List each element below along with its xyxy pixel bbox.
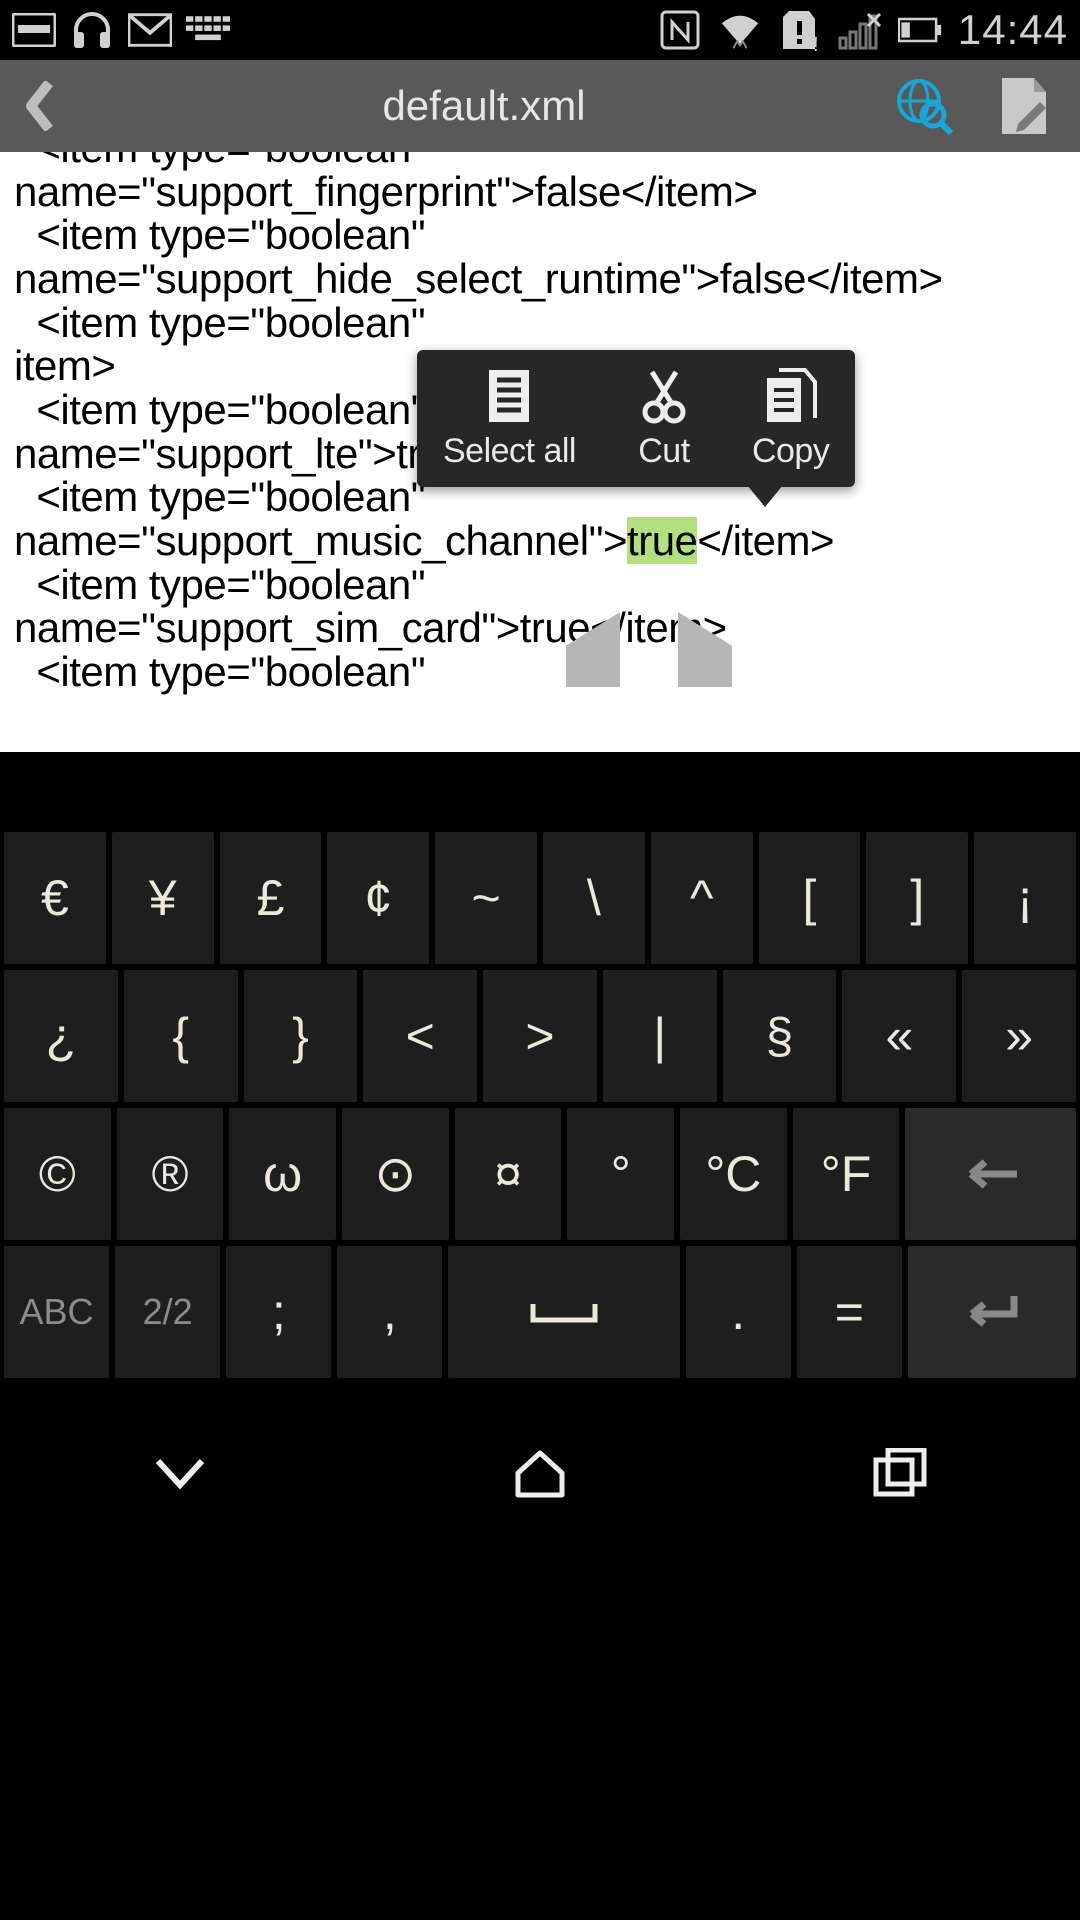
ctx-label: Cut <box>638 434 689 469</box>
key-;[interactable]: ; <box>226 1246 331 1378</box>
enter-key[interactable] <box>908 1246 1076 1378</box>
app-actions <box>888 70 1080 142</box>
key-~[interactable]: ~ <box>435 832 537 964</box>
nav-recent-button[interactable] <box>860 1443 940 1503</box>
key-¡[interactable]: ¡ <box>974 832 1076 964</box>
key-\[interactable]: \ <box>543 832 645 964</box>
status-right: ! 14:44 <box>658 6 1068 54</box>
key-<[interactable]: < <box>363 970 477 1102</box>
menu-pointer <box>747 485 783 507</box>
ctx-label: Copy <box>752 434 829 469</box>
nav-home-button[interactable] <box>500 1443 580 1503</box>
key-°C[interactable]: °C <box>680 1108 787 1240</box>
context-menu: Select all Cut Copy <box>417 350 855 487</box>
browser-search-button[interactable] <box>888 70 960 142</box>
key-°F[interactable]: °F <box>793 1108 900 1240</box>
app-bar: default.xml <box>0 60 1080 152</box>
key-ω[interactable]: ω <box>229 1108 336 1240</box>
code-line: name="support_fingerprint">false</item> <box>14 170 1066 214</box>
status-left <box>12 8 230 52</box>
key-¤[interactable]: ¤ <box>455 1108 562 1240</box>
screenshot-notif-icon <box>12 8 56 52</box>
key-][interactable]: ] <box>866 832 968 964</box>
key-®[interactable]: ® <box>117 1108 224 1240</box>
code-line: <item type="boolean" <box>14 650 1066 694</box>
key-=[interactable]: = <box>797 1246 902 1378</box>
battery-icon <box>898 8 942 52</box>
copy-button[interactable]: Copy <box>752 368 829 469</box>
soft-keyboard: €¥£¢~\^[]¡ ¿{}<>|§«» ©®ω⊙¤°°C°F ABC2/2;,… <box>0 752 1080 1378</box>
abc-mode-key[interactable]: ABC <box>4 1246 109 1378</box>
code-line: name="support_sim_card">true</item> <box>14 606 1066 650</box>
copy-icon <box>763 368 819 424</box>
edit-button[interactable] <box>990 70 1062 142</box>
key-¿[interactable]: ¿ <box>4 970 118 1102</box>
key-}[interactable]: } <box>244 970 358 1102</box>
key-»[interactable]: » <box>962 970 1076 1102</box>
headphones-icon <box>70 8 114 52</box>
key-€[interactable]: € <box>4 832 106 964</box>
key-¢[interactable]: ¢ <box>327 832 429 964</box>
code-line: <item type="boolean" <box>14 563 1066 607</box>
signal-none-icon <box>838 8 882 52</box>
key-°[interactable]: ° <box>567 1108 674 1240</box>
key-§[interactable]: § <box>723 970 837 1102</box>
key-[[interactable]: [ <box>759 832 861 964</box>
gmail-icon <box>128 8 172 52</box>
key-,[interactable]: , <box>337 1246 442 1378</box>
code-line: name="support_hide_select_runtime">false… <box>14 257 1066 301</box>
keyboard-notif-icon <box>186 8 230 52</box>
key-^[interactable]: ^ <box>651 832 753 964</box>
code-line: <item type="boolean" <box>14 301 1066 345</box>
ctx-label: Select all <box>443 434 576 469</box>
nfc-icon <box>658 8 702 52</box>
navigation-bar <box>0 1418 1080 1528</box>
clock-text: 14:44 <box>958 6 1068 54</box>
sdcard-alert-icon: ! <box>778 8 822 52</box>
nav-back-button[interactable] <box>140 1443 220 1503</box>
select-all-icon <box>481 368 537 424</box>
select-all-button[interactable]: Select all <box>443 368 576 469</box>
wifi-icon <box>718 8 762 52</box>
backspace-key[interactable] <box>905 1108 1076 1240</box>
selected-text[interactable]: true <box>627 517 697 564</box>
key-«[interactable]: « <box>842 970 956 1102</box>
back-button[interactable] <box>0 60 80 152</box>
key->[interactable]: > <box>483 970 597 1102</box>
key-£[interactable]: £ <box>220 832 322 964</box>
space-key[interactable] <box>448 1246 679 1378</box>
key-{[interactable]: { <box>124 970 238 1102</box>
key-©[interactable]: © <box>4 1108 111 1240</box>
key-.[interactable]: . <box>686 1246 791 1378</box>
key-|[interactable]: | <box>603 970 717 1102</box>
app-title: default.xml <box>80 82 888 130</box>
scissors-icon <box>636 368 692 424</box>
status-bar: ! 14:44 <box>0 0 1080 60</box>
key-⊙[interactable]: ⊙ <box>342 1108 449 1240</box>
code-line: name="support_music_channel">true</item> <box>14 519 1066 563</box>
svg-text:!: ! <box>813 34 817 51</box>
text-editor[interactable]: <item type="boolean" name="support_finge… <box>0 152 1080 752</box>
key-¥[interactable]: ¥ <box>112 832 214 964</box>
symbol-page-key[interactable]: 2/2 <box>115 1246 220 1378</box>
code-line: <item type="boolean" <box>14 213 1066 257</box>
cut-button[interactable]: Cut <box>636 368 692 469</box>
